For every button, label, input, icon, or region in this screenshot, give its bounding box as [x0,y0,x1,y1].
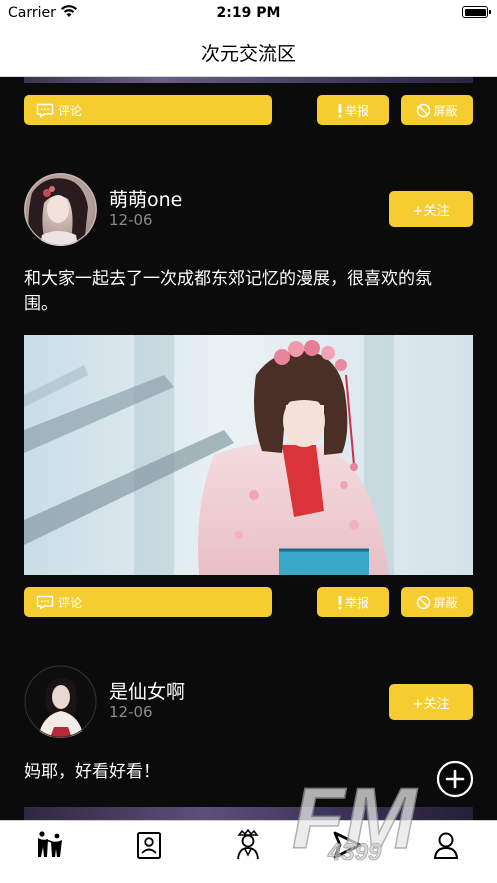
navigation-bar: 次元交流区 [0,26,497,77]
exclamation-icon [338,103,342,117]
watermark-logo: FM 4399 [291,770,419,866]
comment-label: 评论 [58,595,83,610]
block-label: 屏蔽 [433,103,458,118]
follow-label: +关注 [412,203,450,219]
post-username[interactable]: 是仙女啊 [109,677,185,704]
clock: 2:19 PM [216,5,281,21]
avatar[interactable] [24,173,97,246]
previous-post-image[interactable] [24,77,473,83]
report-label: 举报 [344,595,369,610]
post-date: 12-06 [109,703,153,721]
comment-button[interactable]: 评论 [24,587,272,617]
page-title: 次元交流区 [200,43,296,65]
block-button[interactable]: 屏蔽 [401,587,473,617]
comment-button[interactable]: 评论 [24,95,272,125]
character-icon[interactable] [232,829,264,861]
report-label: 举报 [344,103,369,118]
report-button[interactable]: 举报 [317,587,389,617]
post-text: 和大家一起去了一次成都东郊记忆的漫展，很喜欢的氛围。 [24,269,432,314]
block-icon [417,595,431,609]
report-button[interactable]: 举报 [317,95,389,125]
comment-label: 评论 [58,103,83,118]
contacts-card-icon[interactable] [133,829,165,861]
block-icon [417,103,431,117]
avatar[interactable] [24,665,97,738]
battery-icon [462,6,491,18]
community-icon[interactable] [34,829,66,861]
post-date: 12-06 [109,211,153,229]
exclamation-icon [338,595,342,609]
svg-text:4399: 4399 [327,839,382,866]
comment-icon [36,595,54,609]
status-bar: Carrier 2:19 PM [0,0,497,26]
follow-button[interactable]: +关注 [389,684,473,720]
post-image[interactable] [24,335,473,575]
follow-label: +关注 [412,696,450,712]
post-username[interactable]: 萌萌one [109,185,182,212]
block-label: 屏蔽 [433,595,458,610]
comment-icon [36,103,54,117]
post-feed[interactable]: 评论 举报 屏蔽 萌萌one 12-06 +关注 和大家一起去了一次成都东郊记忆… [0,77,497,820]
block-button[interactable]: 屏蔽 [401,95,473,125]
follow-button[interactable]: +关注 [389,191,473,227]
